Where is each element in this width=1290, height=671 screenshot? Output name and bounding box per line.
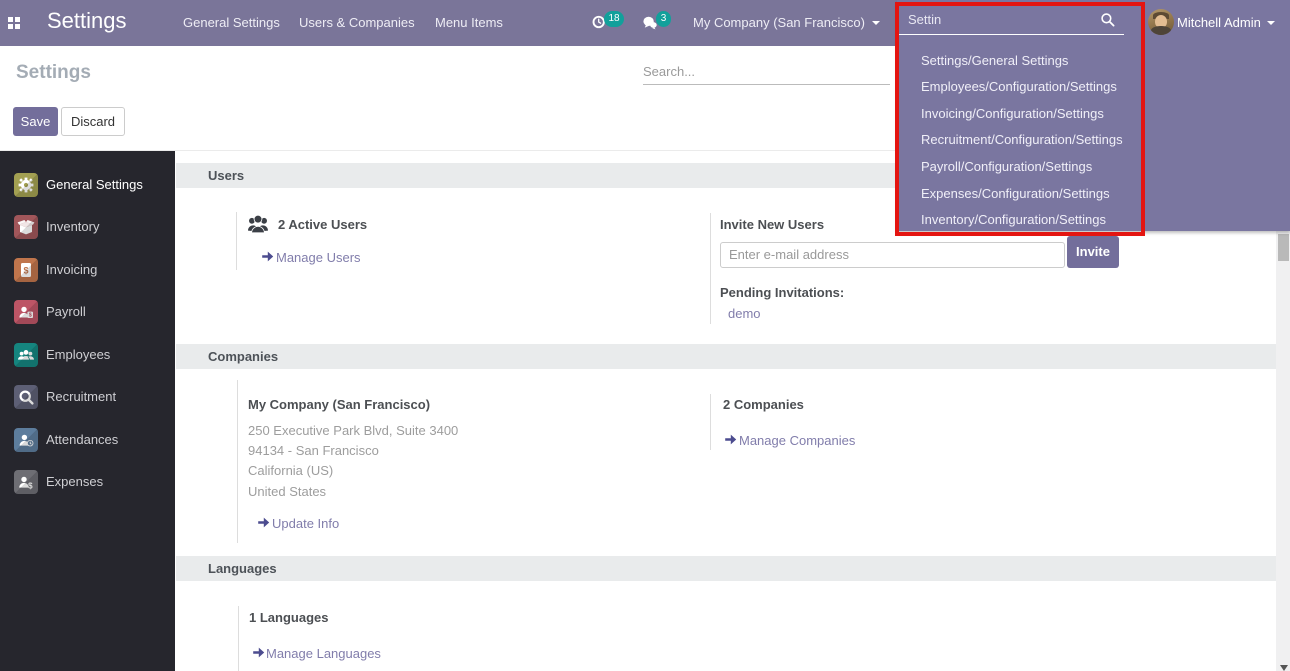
svg-text:$: $ <box>29 313 32 319</box>
svg-text:$: $ <box>28 481 33 490</box>
svg-text:$: $ <box>23 266 28 276</box>
